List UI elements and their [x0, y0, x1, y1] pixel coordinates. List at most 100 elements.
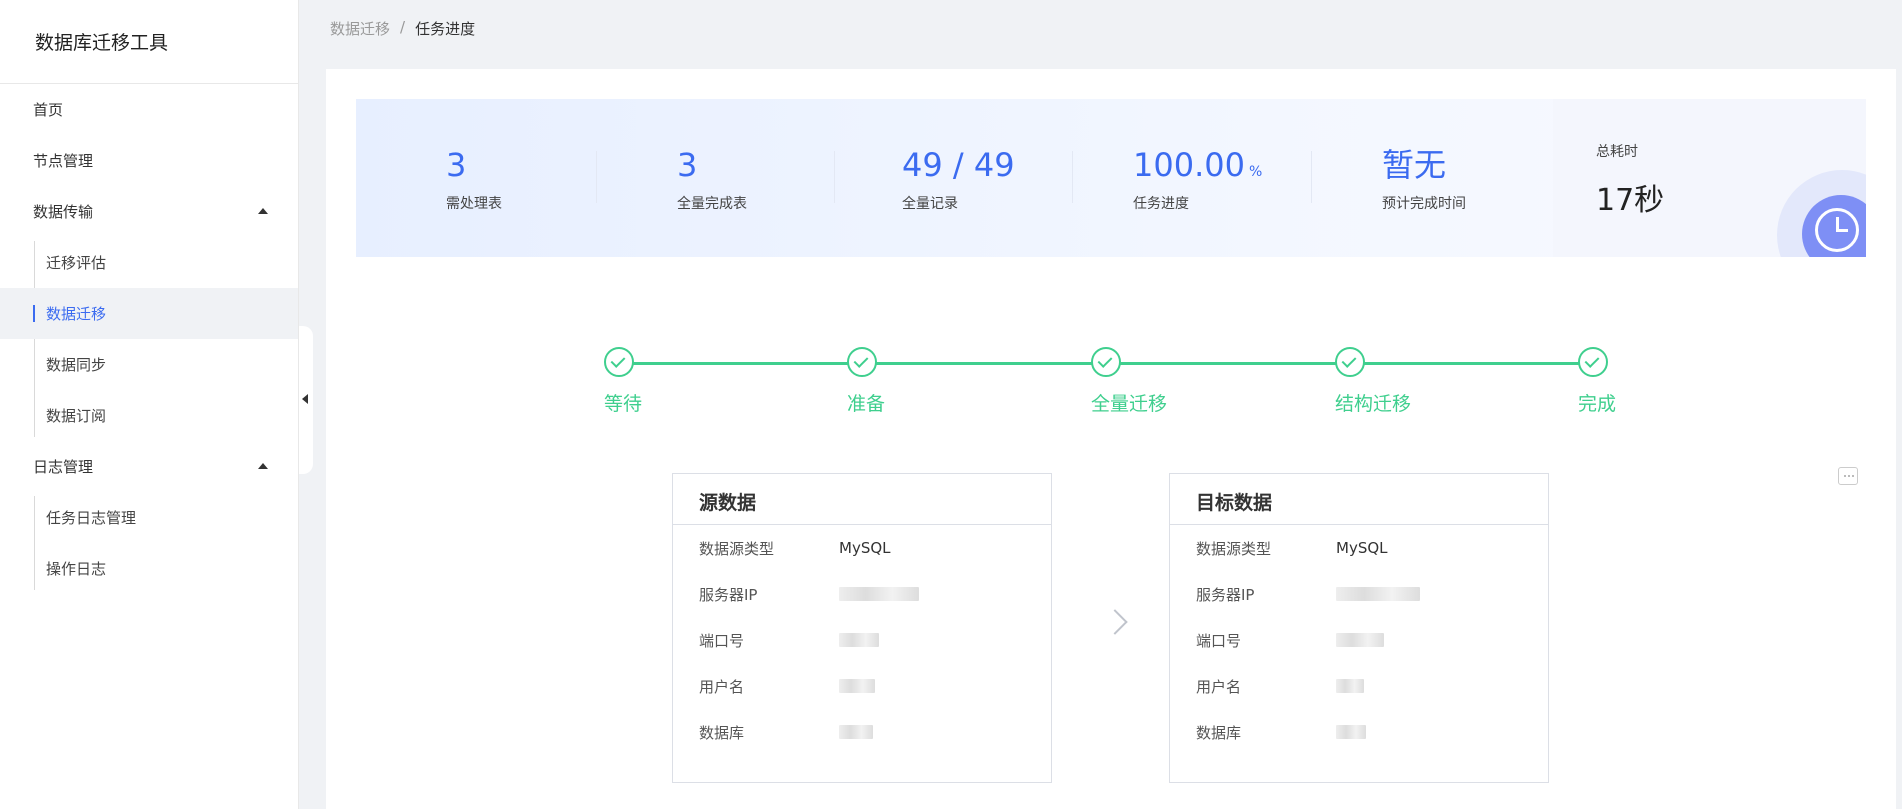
progress-steps: 等待 准备 全量迁移 结构迁移 完成 — [604, 347, 1616, 427]
card-row: 数据库 — [673, 709, 1051, 755]
sidebar-item-label: 节点管理 — [33, 152, 94, 170]
step-schema-migration: 结构迁移 — [1335, 347, 1411, 416]
step-label: 完成 — [1578, 393, 1617, 415]
sidebar-item-label: 数据订阅 — [46, 407, 107, 425]
stat-value: 暂无 — [1382, 146, 1447, 184]
check-icon — [604, 347, 634, 377]
row-key: 数据库 — [699, 723, 745, 742]
stat-value: 49 / 49 — [902, 146, 1015, 184]
breadcrumb: 数据迁移 / 任务进度 — [330, 18, 475, 39]
source-data-card: 源数据 数据源类型 MySQL 服务器IP 端口号 用户名 数据库 — [672, 473, 1052, 783]
sidebar-item-label: 数据传输 — [33, 203, 94, 221]
redacted-value — [1336, 679, 1364, 693]
stat-tables-completed: 3 全量完成表 — [677, 149, 747, 213]
step-label: 结构迁移 — [1335, 393, 1412, 415]
step-label: 全量迁移 — [1091, 393, 1168, 415]
sidebar-group-transfer[interactable]: 数据传输 — [0, 186, 298, 237]
sidebar-item-label: 迁移评估 — [46, 254, 107, 272]
sidebar-item-task-logs[interactable]: 任务日志管理 — [0, 492, 298, 543]
total-duration-panel: 总耗时 17秒 — [1553, 99, 1866, 257]
divider — [834, 151, 835, 203]
redacted-value — [839, 633, 879, 647]
sidebar-collapse-button[interactable] — [299, 326, 313, 474]
redacted-value — [1336, 725, 1366, 739]
sidebar-item-label: 首页 — [33, 101, 64, 119]
sidebar-item-label: 操作日志 — [46, 560, 107, 578]
total-duration-label: 总耗时 — [1596, 144, 1638, 160]
sidebar-item-assessment[interactable]: 迁移评估 — [0, 237, 298, 288]
stat-label: 需处理表 — [446, 196, 502, 212]
app-title: 数据库迁移工具 — [0, 0, 298, 84]
sidebar-item-operation-logs[interactable]: 操作日志 — [0, 543, 298, 594]
check-icon — [1578, 347, 1608, 377]
total-duration-value: 17秒 — [1596, 183, 1665, 218]
redacted-value — [1336, 587, 1420, 601]
card-row: 服务器IP — [1170, 571, 1548, 617]
stat-value: 3 — [446, 146, 467, 184]
caret-left-icon — [302, 394, 308, 404]
target-data-card: 目标数据 数据源类型 MySQL 服务器IP 端口号 用户名 数据库 — [1169, 473, 1549, 783]
stat-value: 100.00% — [1133, 149, 1262, 181]
breadcrumb-separator: / — [400, 18, 406, 36]
sidebar-item-home[interactable]: 首页 — [0, 84, 298, 135]
card-row: 数据库 — [1170, 709, 1548, 755]
caret-up-icon — [258, 463, 268, 469]
card-row: 端口号 — [673, 617, 1051, 663]
card-row: 数据源类型 MySQL — [1170, 525, 1548, 571]
clock-icon-hand — [1836, 229, 1848, 232]
divider — [596, 151, 597, 203]
redacted-value — [839, 679, 875, 693]
step-wait: 等待 — [604, 347, 642, 416]
chevron-right-icon — [1102, 609, 1128, 635]
step-label: 等待 — [604, 393, 643, 415]
divider — [1072, 151, 1073, 203]
row-key: 数据库 — [1196, 723, 1242, 742]
stat-label: 预计完成时间 — [1382, 196, 1466, 212]
breadcrumb-parent[interactable]: 数据迁移 — [330, 18, 390, 39]
card-row: 服务器IP — [673, 571, 1051, 617]
card-row: 用户名 — [673, 663, 1051, 709]
redacted-value — [1336, 633, 1384, 647]
sidebar-item-label: 任务日志管理 — [46, 509, 137, 527]
step-complete: 完成 — [1578, 347, 1616, 416]
stat-label: 全量记录 — [902, 196, 958, 212]
stat-records: 49 / 49 全量记录 — [902, 149, 1015, 213]
progress-value: 100.00 — [1133, 146, 1245, 184]
step-full-migration: 全量迁移 — [1091, 347, 1167, 416]
row-key: 用户名 — [1196, 677, 1242, 696]
row-value: MySQL — [839, 539, 891, 557]
sidebar-item-label: 数据迁移 — [46, 305, 107, 323]
progress-unit: % — [1248, 164, 1263, 180]
caret-up-icon — [258, 208, 268, 214]
check-icon — [847, 347, 877, 377]
card-row: 数据源类型 MySQL — [673, 525, 1051, 571]
sidebar: 数据库迁移工具 首页 节点管理 数据传输 迁移评估 数据迁移 数据同步 数据订阅… — [0, 0, 299, 809]
sidebar-item-nodes[interactable]: 节点管理 — [0, 135, 298, 186]
stat-value: 3 — [677, 146, 698, 184]
sidebar-item-label: 数据同步 — [46, 356, 107, 374]
submenu-transfer: 迁移评估 数据迁移 数据同步 数据订阅 — [0, 237, 298, 441]
breadcrumb-current: 任务进度 — [415, 20, 476, 38]
sidebar-item-migration[interactable]: 数据迁移 — [0, 288, 298, 339]
sidebar-item-label: 日志管理 — [33, 458, 94, 476]
main-panel: 3 需处理表 3 全量完成表 49 / 49 全量记录 100.00% 任务进度… — [326, 69, 1896, 809]
row-value: MySQL — [1336, 539, 1388, 557]
card-row: 端口号 — [1170, 617, 1548, 663]
check-icon — [1335, 347, 1365, 377]
step-label: 准备 — [847, 393, 886, 415]
stat-eta: 暂无 预计完成时间 — [1382, 149, 1466, 213]
more-icon[interactable] — [1838, 467, 1858, 485]
card-row: 用户名 — [1170, 663, 1548, 709]
redacted-value — [839, 587, 919, 601]
row-key: 服务器IP — [699, 585, 758, 604]
redacted-value — [839, 725, 873, 739]
sidebar-item-subscribe[interactable]: 数据订阅 — [0, 390, 298, 441]
check-icon — [1091, 347, 1121, 377]
sidebar-group-logs[interactable]: 日志管理 — [0, 441, 298, 492]
submenu-logs: 任务日志管理 操作日志 — [0, 492, 298, 594]
divider — [1311, 151, 1312, 203]
card-title: 目标数据 — [1170, 474, 1548, 525]
sidebar-item-sync[interactable]: 数据同步 — [0, 339, 298, 390]
stat-tables-to-process: 3 需处理表 — [446, 149, 502, 213]
card-title: 源数据 — [673, 474, 1051, 525]
